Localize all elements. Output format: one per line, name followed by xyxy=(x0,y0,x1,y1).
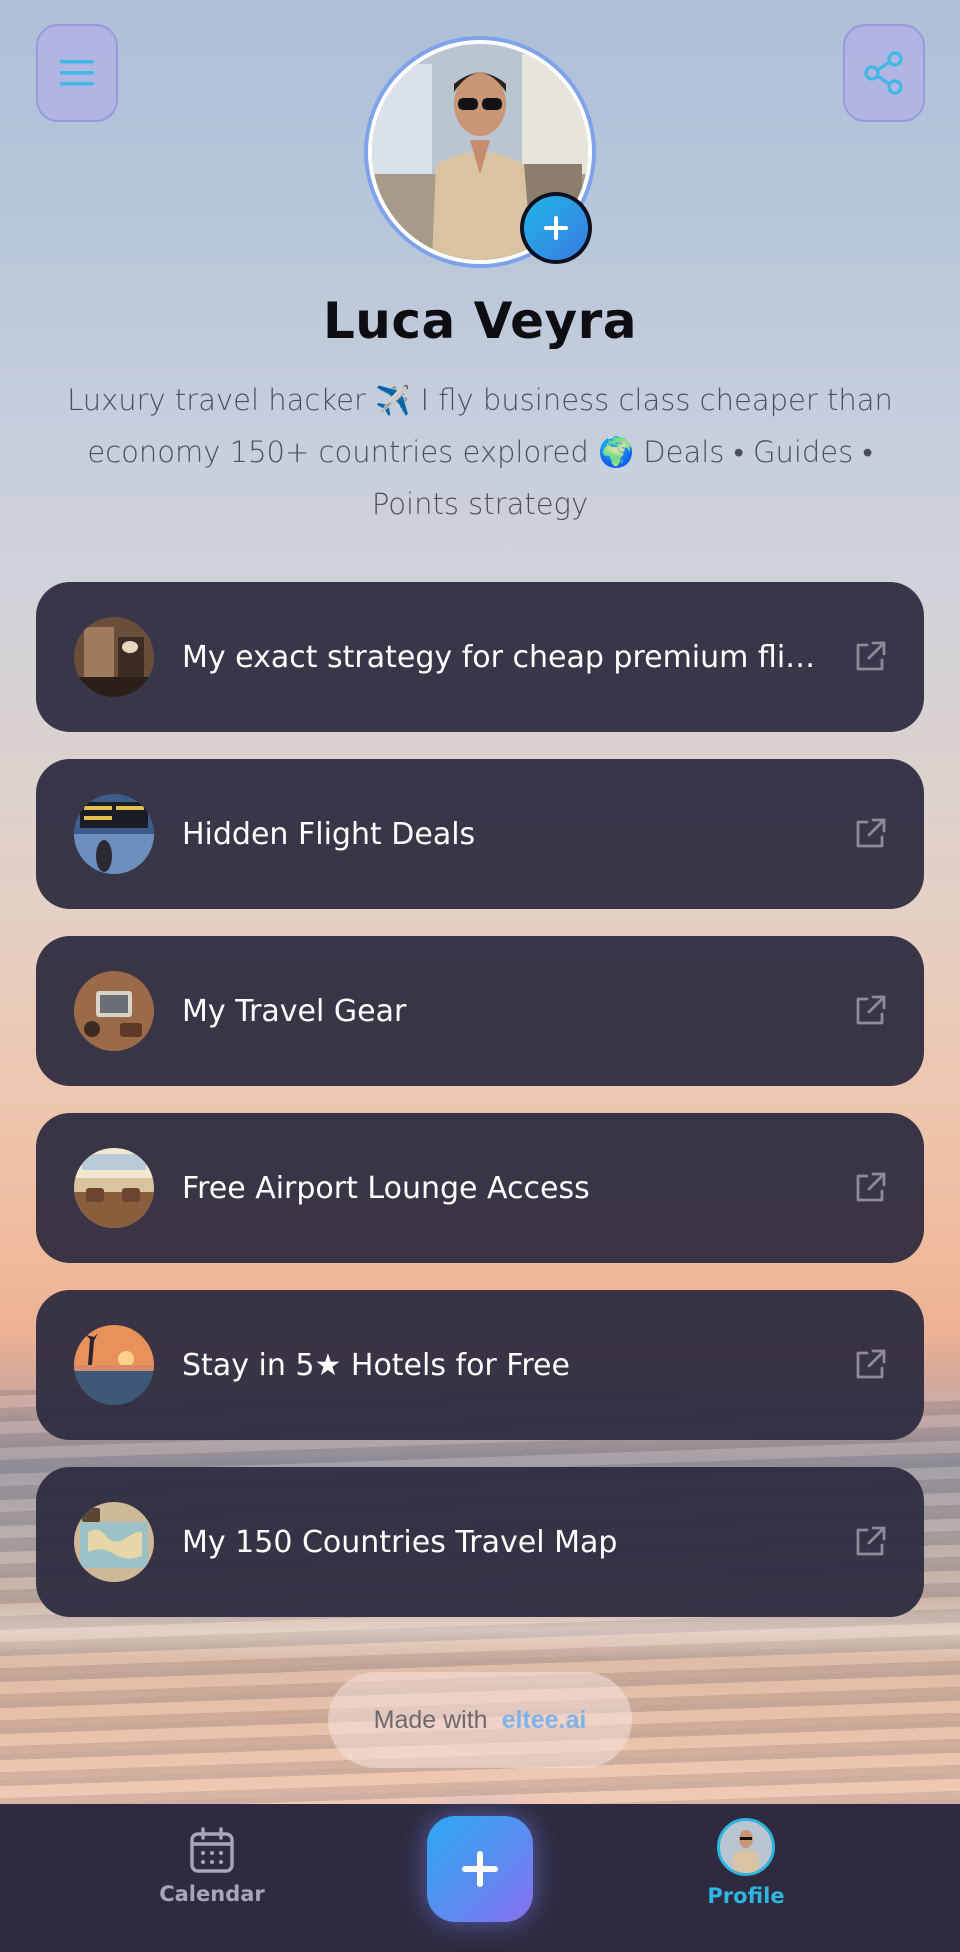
external-link-icon xyxy=(856,995,886,1025)
nav-profile-label: Profile xyxy=(707,1884,785,1908)
link-thumbnail xyxy=(74,971,154,1051)
profile-bio: Luxury travel hacker ✈️ I fly business c… xyxy=(67,383,893,521)
plus-icon xyxy=(544,216,568,240)
link-card-airport-lounge[interactable]: Free Airport Lounge Access xyxy=(36,1113,924,1263)
share-icon xyxy=(864,51,903,95)
share-button[interactable] xyxy=(843,24,925,122)
nav-calendar[interactable]: Calendar xyxy=(152,1826,272,1906)
external-link-icon xyxy=(856,1172,886,1202)
external-link-icon xyxy=(856,1526,886,1556)
nav-calendar-label: Calendar xyxy=(159,1882,265,1906)
link-label: My Travel Gear xyxy=(182,993,407,1029)
external-link-icon xyxy=(856,641,886,671)
link-label: My exact strategy for cheap premium flig… xyxy=(182,639,851,675)
nav-profile-avatar xyxy=(717,1818,775,1876)
link-thumbnail xyxy=(74,1148,154,1228)
made-with-text: Made with xyxy=(373,1705,488,1734)
menu-button[interactable] xyxy=(36,24,118,122)
link-card-travel-gear[interactable]: My Travel Gear xyxy=(36,936,924,1086)
link-card-hidden-flight-deals[interactable]: Hidden Flight Deals xyxy=(36,759,924,909)
link-card-hotels[interactable]: Stay in 5★ Hotels for Free xyxy=(36,1290,924,1440)
link-thumbnail xyxy=(74,1325,154,1405)
made-with-badge[interactable]: Made with eltee.ai xyxy=(328,1672,632,1768)
nav-profile[interactable]: Profile xyxy=(686,1818,806,1908)
link-label: Hidden Flight Deals xyxy=(182,816,476,852)
link-thumbnail xyxy=(74,794,154,874)
link-label: Free Airport Lounge Access xyxy=(182,1170,590,1206)
create-button[interactable] xyxy=(427,1816,533,1922)
link-thumbnail xyxy=(74,1502,154,1582)
menu-icon xyxy=(60,60,94,86)
link-label: My 150 Countries Travel Map xyxy=(182,1524,618,1560)
link-thumbnail xyxy=(74,617,154,697)
add-photo-button[interactable] xyxy=(520,192,592,264)
external-link-icon xyxy=(856,818,886,848)
calendar-icon xyxy=(190,1827,234,1873)
profile-name: Luca Veyra xyxy=(322,292,638,350)
link-card-premium-flights[interactable]: My exact strategy for cheap premium flig… xyxy=(36,582,924,732)
link-card-travel-map[interactable]: My 150 Countries Travel Map xyxy=(36,1467,924,1617)
link-label: Stay in 5★ Hotels for Free xyxy=(182,1347,570,1383)
links-list: My exact strategy for cheap premium flig… xyxy=(36,582,924,1644)
brand-link[interactable]: eltee.ai xyxy=(502,1706,587,1735)
profile-avatar-container xyxy=(364,36,596,268)
plus-icon xyxy=(462,1851,498,1887)
external-link-icon xyxy=(856,1349,886,1379)
